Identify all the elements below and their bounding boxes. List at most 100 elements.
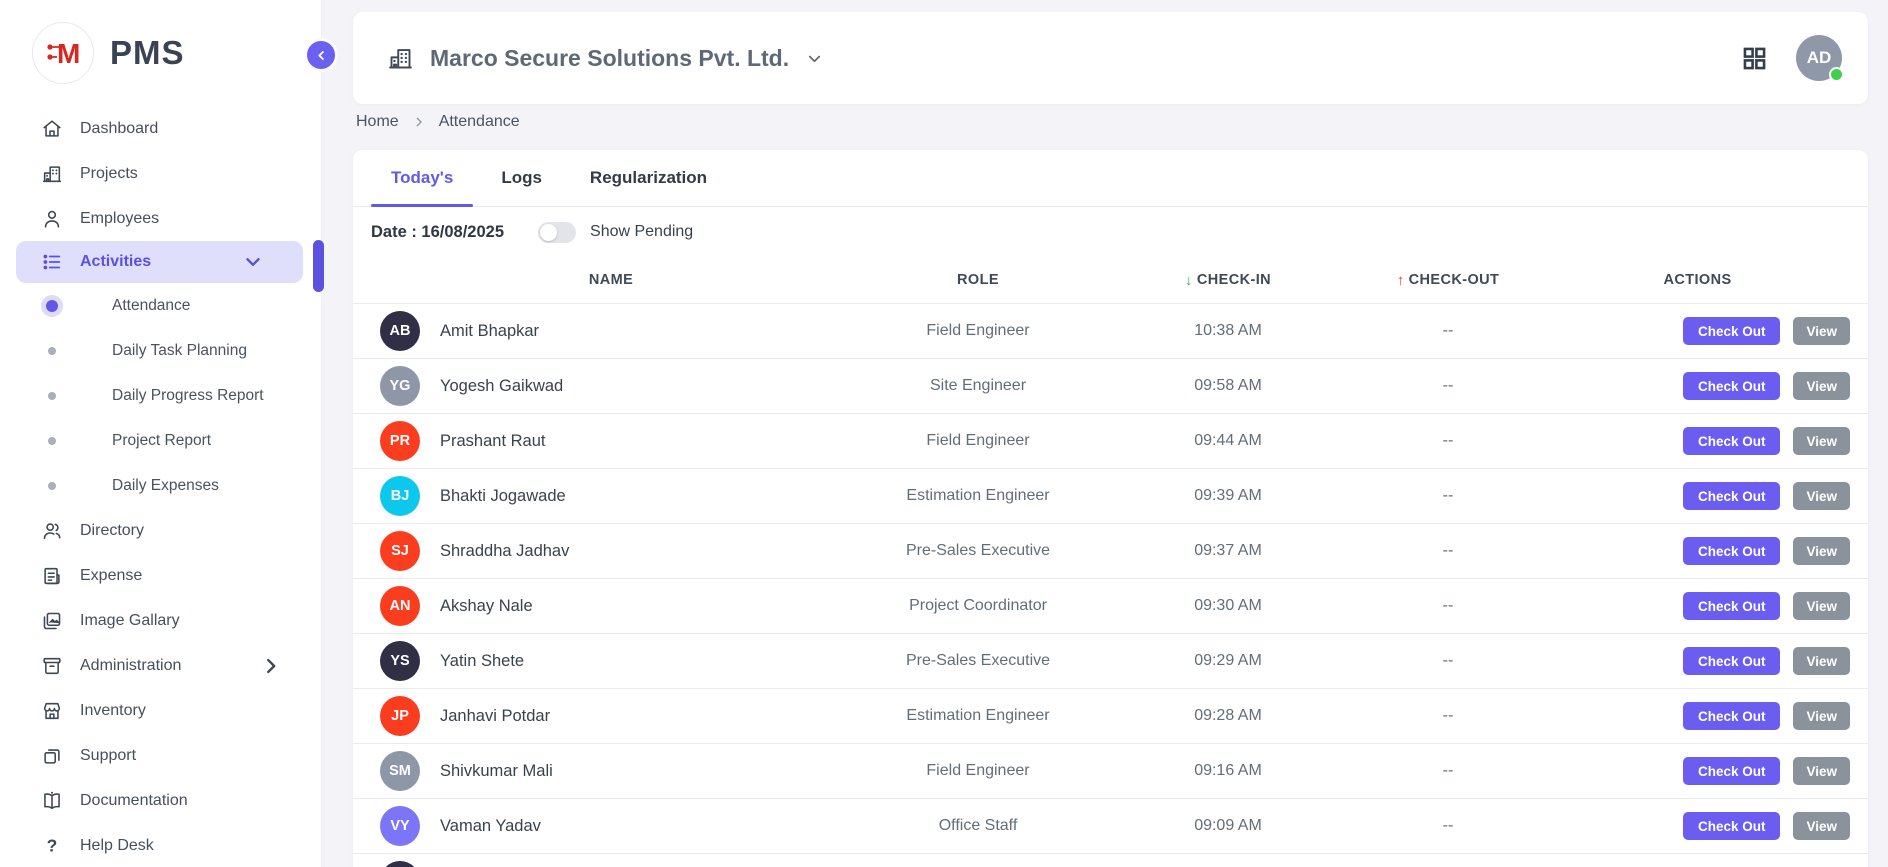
company-logo-icon: M bbox=[32, 22, 94, 84]
avatar: BJ bbox=[380, 476, 420, 516]
sort-arrow-icon: ↓ bbox=[1185, 272, 1193, 289]
sidebar-item-support[interactable]: Support bbox=[0, 733, 321, 778]
view-button[interactable]: View bbox=[1793, 647, 1850, 675]
chevron-down-icon bbox=[805, 49, 824, 68]
employee-role: Field Engineer bbox=[853, 762, 1103, 780]
employee-role: Site Engineer bbox=[853, 377, 1103, 395]
table-header: NAME ROLE ↓ CHECK-IN ↑ CHECK-OUT ACTIONS bbox=[353, 257, 1868, 303]
sidebar-item-project-report[interactable]: Project Report bbox=[0, 418, 321, 463]
copy-icon bbox=[40, 744, 64, 768]
view-button[interactable]: View bbox=[1793, 317, 1850, 345]
employee-role: Office Staff bbox=[853, 817, 1103, 835]
check-out-button[interactable]: Check Out bbox=[1683, 702, 1781, 730]
active-section-indicator bbox=[313, 240, 324, 292]
check-out-time: -- bbox=[1353, 762, 1543, 780]
sidebar-item-employees[interactable]: Employees bbox=[0, 196, 321, 241]
bullet-icon bbox=[48, 482, 56, 490]
column-header-check-out[interactable]: ↑ CHECK-OUT bbox=[1353, 272, 1543, 289]
employee-role: Project Coordinator bbox=[853, 597, 1103, 615]
check-in-time: 09:09 AM bbox=[1103, 817, 1353, 835]
show-pending-toggle[interactable] bbox=[538, 222, 576, 243]
breadcrumb-home[interactable]: Home bbox=[356, 113, 399, 131]
company-name: Marco Secure Solutions Pvt. Ltd. bbox=[430, 45, 789, 72]
check-out-button[interactable]: Check Out bbox=[1683, 592, 1781, 620]
employee-role: Estimation Engineer bbox=[853, 707, 1103, 725]
online-status-dot bbox=[1829, 67, 1844, 82]
column-header-check-in[interactable]: ↓ CHECK-IN bbox=[1103, 272, 1353, 289]
apps-grid-icon[interactable] bbox=[1741, 45, 1768, 72]
sidebar-item-help-desk[interactable]: ? Help Desk bbox=[0, 823, 321, 867]
sidebar-item-activities[interactable]: Activities bbox=[16, 241, 303, 283]
view-button[interactable]: View bbox=[1793, 812, 1850, 840]
view-button[interactable]: View bbox=[1793, 482, 1850, 510]
view-button[interactable]: View bbox=[1793, 592, 1850, 620]
employee-name: Janhavi Potdar bbox=[440, 707, 550, 726]
employee-name: Shraddha Jadhav bbox=[440, 542, 569, 561]
check-in-time: 09:58 AM bbox=[1103, 377, 1353, 395]
employee-name: Bhakti Jogawade bbox=[440, 487, 566, 506]
view-button[interactable]: View bbox=[1793, 702, 1850, 730]
check-out-button[interactable]: Check Out bbox=[1683, 537, 1781, 565]
sidebar-item-projects[interactable]: Projects bbox=[0, 151, 321, 196]
table-row: AN Akshay Nale Project Coordinator 09:30… bbox=[353, 578, 1868, 633]
sidebar-item-expense[interactable]: Expense bbox=[0, 553, 321, 598]
app-logo[interactable]: M PMS bbox=[0, 0, 321, 102]
chevron-right-icon bbox=[259, 654, 283, 678]
sidebar-collapse-button[interactable] bbox=[304, 38, 338, 72]
avatar: JP bbox=[380, 696, 420, 736]
view-button[interactable]: View bbox=[1793, 757, 1850, 785]
bullet-icon bbox=[46, 300, 58, 312]
sidebar-item-daily-task-planning[interactable]: Daily Task Planning bbox=[0, 328, 321, 373]
sidebar-item-directory[interactable]: Directory bbox=[0, 508, 321, 553]
avatar: SJ bbox=[380, 531, 420, 571]
avatar bbox=[380, 861, 420, 867]
check-in-time: 09:29 AM bbox=[1103, 652, 1353, 670]
sidebar-item-image-gallary[interactable]: Image Gallary bbox=[0, 598, 321, 643]
employee-name: Amit Bhapkar bbox=[440, 322, 539, 341]
home-icon bbox=[40, 117, 64, 141]
tab-logs[interactable]: Logs bbox=[477, 150, 566, 206]
sidebar-item-daily-expenses[interactable]: Daily Expenses bbox=[0, 463, 321, 508]
avatar: YS bbox=[380, 641, 420, 681]
bullet-icon bbox=[48, 392, 56, 400]
bullet-icon bbox=[48, 437, 56, 445]
view-button[interactable]: View bbox=[1793, 427, 1850, 455]
check-out-button[interactable]: Check Out bbox=[1683, 647, 1781, 675]
sidebar-item-administration[interactable]: Administration bbox=[0, 643, 321, 688]
chevron-left-icon bbox=[315, 49, 328, 62]
svg-text:?: ? bbox=[47, 835, 58, 855]
check-out-button[interactable]: Check Out bbox=[1683, 317, 1781, 345]
chevron-down-icon bbox=[241, 250, 265, 274]
sidebar-item-documentation[interactable]: Documentation bbox=[0, 778, 321, 823]
employee-name: Yatin Shete bbox=[440, 652, 524, 671]
table-row: BJ Bhakti Jogawade Estimation Engineer 0… bbox=[353, 468, 1868, 523]
sidebar-nav: Dashboard Projects Employees Activities … bbox=[0, 106, 321, 867]
avatar: SM bbox=[380, 751, 420, 791]
app-title: PMS bbox=[110, 34, 185, 72]
sidebar-item-inventory[interactable]: Inventory bbox=[0, 688, 321, 733]
employee-name: Shivkumar Mali bbox=[440, 762, 553, 781]
sidebar-item-daily-progress-report[interactable]: Daily Progress Report bbox=[0, 373, 321, 418]
company-selector[interactable]: Marco Secure Solutions Pvt. Ltd. bbox=[387, 45, 824, 72]
sidebar-item-dashboard[interactable]: Dashboard bbox=[0, 106, 321, 151]
sidebar-item-attendance[interactable]: Attendance bbox=[0, 283, 321, 328]
check-out-button[interactable]: Check Out bbox=[1683, 757, 1781, 785]
table-row: AB Amit Bhapkar Field Engineer 10:38 AM … bbox=[353, 303, 1868, 358]
employee-role: Field Engineer bbox=[853, 432, 1103, 450]
check-out-button[interactable]: Check Out bbox=[1683, 427, 1781, 455]
view-button[interactable]: View bbox=[1793, 537, 1850, 565]
top-header-card: Marco Secure Solutions Pvt. Ltd. AD bbox=[353, 12, 1868, 104]
check-out-button[interactable]: Check Out bbox=[1683, 482, 1781, 510]
check-out-button[interactable]: Check Out bbox=[1683, 372, 1781, 400]
building-icon bbox=[387, 45, 414, 72]
tab-regularization[interactable]: Regularization bbox=[566, 150, 731, 206]
view-button[interactable]: View bbox=[1793, 372, 1850, 400]
breadcrumb: Home Attendance bbox=[356, 113, 520, 131]
check-out-time: -- bbox=[1353, 377, 1543, 395]
check-out-button[interactable]: Check Out bbox=[1683, 812, 1781, 840]
list-icon bbox=[40, 250, 64, 274]
store-icon bbox=[40, 699, 64, 723]
avatar: AN bbox=[380, 586, 420, 626]
tab-today-s[interactable]: Today's bbox=[367, 150, 477, 206]
user-avatar[interactable]: AD bbox=[1796, 35, 1842, 81]
